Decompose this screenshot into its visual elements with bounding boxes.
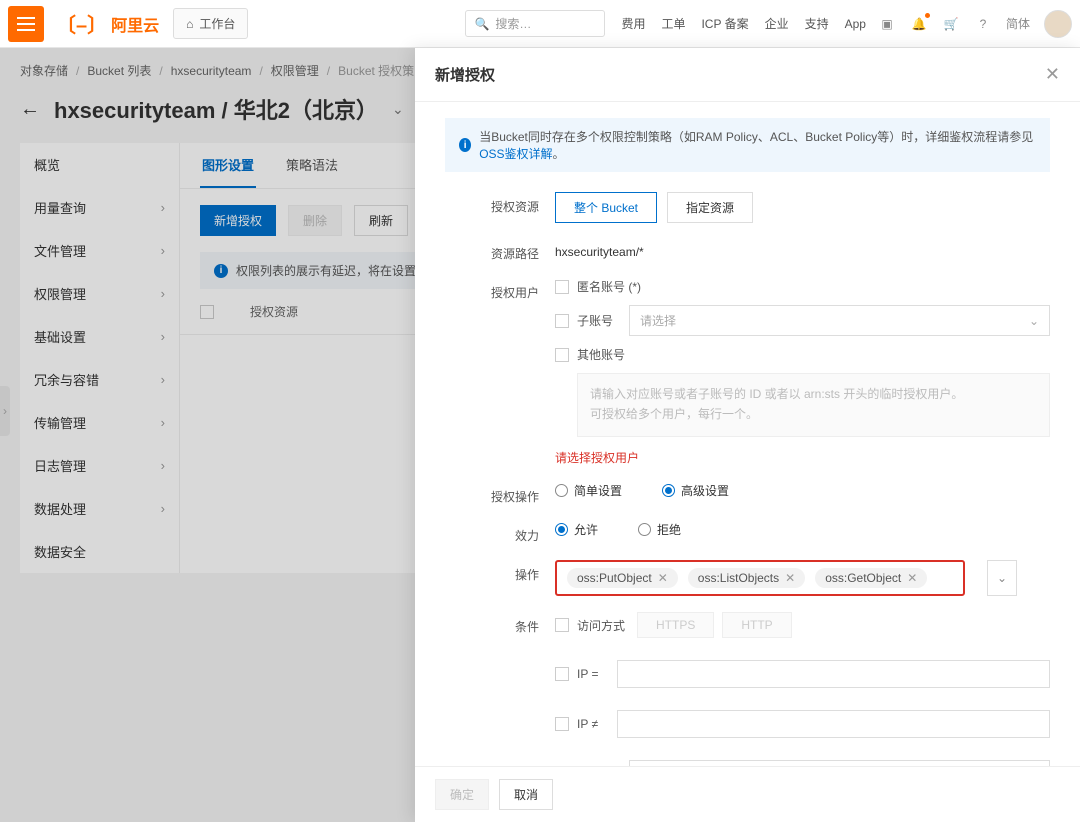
resource-select[interactable]: 指定资源 bbox=[667, 192, 753, 223]
chevron-down-icon: ⌄ bbox=[1029, 314, 1039, 328]
hamburger-menu[interactable] bbox=[8, 6, 44, 42]
action-advanced-radio[interactable]: 高级设置 bbox=[662, 482, 729, 499]
ip-ne-checkbox[interactable] bbox=[555, 717, 569, 731]
label-user: 授权用户 bbox=[445, 278, 555, 301]
ops-tags-input[interactable]: oss:PutObject✕ oss:ListObjects✕ oss:GetO… bbox=[555, 560, 965, 596]
drawer-info-banner: i 当Bucket同时存在多个权限控制策略（如RAM Policy、ACL、Bu… bbox=[445, 118, 1050, 172]
op-tag: oss:PutObject✕ bbox=[567, 568, 678, 588]
hamburger-icon bbox=[17, 17, 35, 31]
row-effect: 效力 允许 拒绝 bbox=[445, 521, 1050, 544]
ip-ne-input[interactable] bbox=[617, 710, 1050, 738]
nav-icons: ▣ 🔔 🛒 ? 简体 bbox=[878, 10, 1072, 38]
action-simple-radio[interactable]: 简单设置 bbox=[555, 482, 622, 499]
label-path: 资源路径 bbox=[445, 239, 555, 262]
nav-link[interactable]: 工单 bbox=[661, 15, 685, 32]
row-action: 授权操作 简单设置 高级设置 bbox=[445, 482, 1050, 505]
tag-remove-icon[interactable]: ✕ bbox=[785, 571, 795, 585]
access-method-checkbox[interactable] bbox=[555, 618, 569, 632]
workbench-label: 工作台 bbox=[199, 15, 235, 32]
other-accounts-textarea[interactable]: 请输入对应账号或者子账号的 ID 或者以 arn:sts 开头的临时授权用户。 … bbox=[577, 373, 1050, 437]
search-placeholder: 搜索… bbox=[495, 15, 531, 32]
https-button[interactable]: HTTPS bbox=[637, 612, 714, 638]
row-user: 授权用户 匿名账号 (*) 子账号 请选择⌄ 其他账号 bbox=[445, 278, 1050, 466]
logo-bracket-icon: 〔–〕 bbox=[56, 9, 107, 38]
cart-icon[interactable]: 🛒 bbox=[942, 15, 960, 33]
row-path: 资源路径 hxsecurityteam/* bbox=[445, 239, 1050, 262]
label-action: 授权操作 bbox=[445, 482, 555, 505]
drawer: 新增授权 ✕ i 当Bucket同时存在多个权限控制策略（如RAM Policy… bbox=[415, 48, 1080, 822]
anonymous-label: 匿名账号 (*) bbox=[577, 278, 641, 295]
info-icon: i bbox=[459, 138, 471, 152]
other-checkbox[interactable] bbox=[555, 348, 569, 362]
other-label: 其他账号 bbox=[577, 346, 625, 363]
drawer-footer: 确定 取消 bbox=[415, 766, 1080, 822]
drawer-header: 新增授权 ✕ bbox=[415, 48, 1080, 102]
nav-links: 费用 工单 ICP 备案 企业 支持 App bbox=[621, 15, 866, 32]
label-ops: 操作 bbox=[445, 560, 555, 583]
avatar[interactable] bbox=[1044, 10, 1072, 38]
nav-link[interactable]: 企业 bbox=[765, 15, 789, 32]
subaccount-checkbox[interactable] bbox=[555, 314, 569, 328]
op-tag: oss:ListObjects✕ bbox=[688, 568, 805, 588]
row-resource: 授权资源 整个 Bucket 指定资源 bbox=[445, 192, 1050, 223]
lang-selector[interactable]: 简体 bbox=[1006, 15, 1030, 32]
help-icon[interactable]: ? bbox=[974, 15, 992, 33]
cloudshell-icon[interactable]: ▣ bbox=[878, 15, 896, 33]
label-resource: 授权资源 bbox=[445, 192, 555, 215]
resource-whole-bucket[interactable]: 整个 Bucket bbox=[555, 192, 657, 223]
ip-eq-input[interactable] bbox=[617, 660, 1050, 688]
nav-link[interactable]: App bbox=[845, 17, 866, 31]
effect-allow-radio[interactable]: 允许 bbox=[555, 521, 598, 538]
effect-deny-radio[interactable]: 拒绝 bbox=[638, 521, 681, 538]
nav-link[interactable]: ICP 备案 bbox=[701, 15, 748, 32]
cancel-button[interactable]: 取消 bbox=[499, 779, 553, 810]
label-effect: 效力 bbox=[445, 521, 555, 544]
http-button[interactable]: HTTP bbox=[722, 612, 791, 638]
ip-ne-label: IP ≠ bbox=[577, 717, 609, 731]
drawer-body: i 当Bucket同时存在多个权限控制策略（如RAM Policy、ACL、Bu… bbox=[415, 102, 1080, 766]
logo[interactable]: 〔–〕 阿里云 bbox=[56, 9, 159, 38]
workbench-button[interactable]: ⌂ 工作台 bbox=[173, 8, 248, 39]
drawer-title: 新增授权 bbox=[435, 64, 495, 85]
subaccount-select[interactable]: 请选择⌄ bbox=[629, 305, 1050, 336]
bell-icon[interactable]: 🔔 bbox=[910, 15, 928, 33]
tag-remove-icon[interactable]: ✕ bbox=[658, 571, 668, 585]
nav-link[interactable]: 费用 bbox=[621, 15, 645, 32]
anonymous-checkbox[interactable] bbox=[555, 280, 569, 294]
access-method-label: 访问方式 bbox=[577, 617, 629, 634]
info-text: 当Bucket同时存在多个权限控制策略（如RAM Policy、ACL、Buck… bbox=[479, 130, 1033, 144]
op-tag: oss:GetObject✕ bbox=[815, 568, 927, 588]
close-icon[interactable]: ✕ bbox=[1045, 64, 1060, 85]
ops-dropdown-toggle[interactable]: ⌄ bbox=[987, 560, 1017, 596]
ok-button: 确定 bbox=[435, 779, 489, 810]
tag-remove-icon[interactable]: ✕ bbox=[907, 571, 917, 585]
logo-text: 阿里云 bbox=[111, 12, 159, 36]
search-icon: 🔍 bbox=[474, 17, 489, 31]
subaccount-label: 子账号 bbox=[577, 312, 621, 329]
ip-eq-label: IP = bbox=[577, 667, 609, 681]
user-error-text: 请选择授权用户 bbox=[555, 449, 1050, 466]
info-link[interactable]: OSS鉴权详解 bbox=[479, 147, 552, 161]
row-condition: 条件 访问方式 HTTPS HTTP IP = IP ≠ bbox=[445, 612, 1050, 766]
search-box[interactable]: 🔍 搜索… bbox=[465, 10, 605, 37]
row-ops: 操作 oss:PutObject✕ oss:ListObjects✕ oss:G… bbox=[445, 560, 1050, 596]
nav-link[interactable]: 支持 bbox=[805, 15, 829, 32]
home-icon: ⌂ bbox=[186, 17, 193, 31]
path-value: hxsecurityteam/* bbox=[555, 239, 644, 259]
ip-eq-checkbox[interactable] bbox=[555, 667, 569, 681]
label-condition: 条件 bbox=[445, 612, 555, 635]
topbar: 〔–〕 阿里云 ⌂ 工作台 🔍 搜索… 费用 工单 ICP 备案 企业 支持 A… bbox=[0, 0, 1080, 48]
